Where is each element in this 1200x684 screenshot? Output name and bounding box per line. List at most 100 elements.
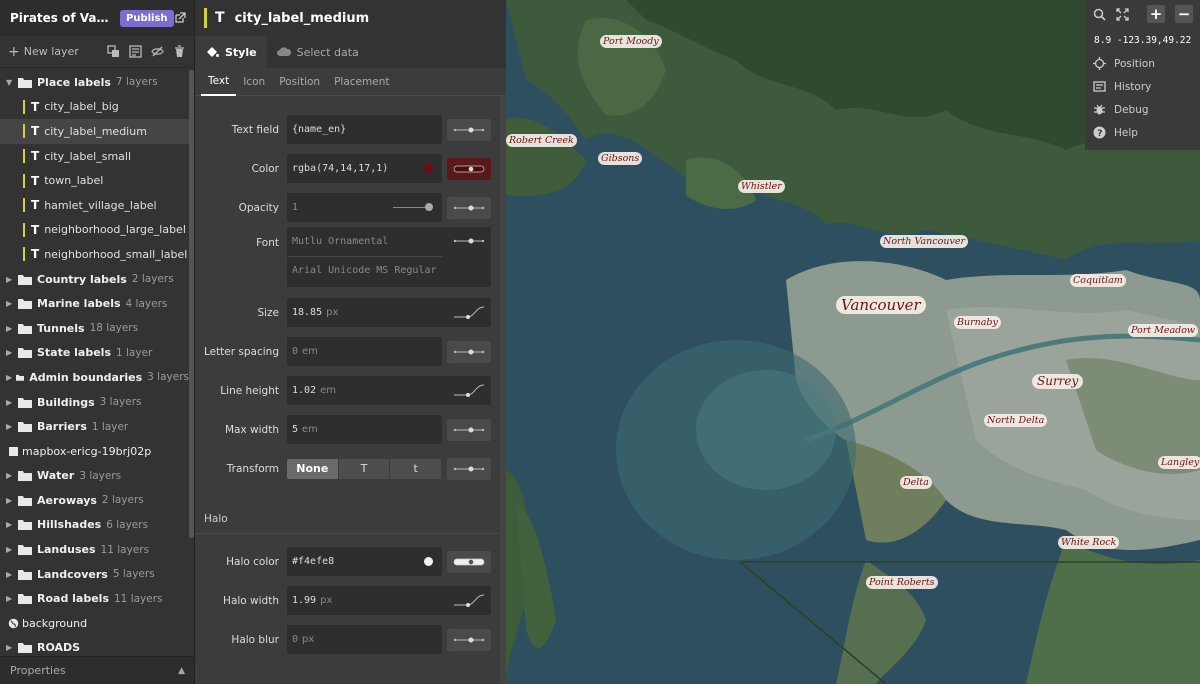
halo-color-input[interactable]: #f4efe8 — [287, 547, 442, 576]
caret-right-icon[interactable]: ▶ — [6, 643, 14, 652]
external-link-icon[interactable] — [174, 12, 186, 24]
caret-right-icon[interactable]: ▶ — [6, 545, 14, 554]
properties-footer[interactable]: Properties ▲ — [0, 656, 194, 684]
layer-group[interactable]: ▶ Hillshades 6 layers — [0, 513, 189, 538]
function-toggle-button[interactable] — [447, 157, 491, 180]
caret-right-icon[interactable]: ▶ — [6, 520, 14, 529]
transform-lowercase-button[interactable]: t — [390, 458, 442, 479]
subtab-icon[interactable]: Icon — [236, 68, 272, 96]
caret-down-icon[interactable]: ▼ — [6, 78, 14, 87]
group-icon[interactable] — [129, 45, 142, 58]
color-swatch[interactable] — [424, 164, 433, 173]
transform-uppercase-button[interactable]: T — [338, 458, 391, 479]
size-input[interactable]: 18.85 px — [287, 298, 491, 327]
position-button[interactable]: Position — [1085, 52, 1200, 75]
tab-select-data[interactable]: Select data — [267, 36, 369, 68]
function-slider-icon[interactable] — [453, 234, 485, 248]
opacity-input[interactable]: 1 — [287, 193, 442, 222]
layer-group[interactable]: ▶ Barriers 1 layer — [0, 414, 189, 439]
layer-item[interactable]: Tcity_label_big — [0, 95, 189, 120]
zoom-out-button[interactable]: − — [1175, 5, 1193, 23]
layer-group[interactable]: ▶ Landcovers 5 layers — [0, 562, 189, 587]
function-toggle-button[interactable] — [447, 118, 491, 141]
halo-blur-input[interactable]: 0 px — [287, 625, 442, 654]
halo-width-input[interactable]: 1.99 px — [287, 586, 491, 615]
caret-right-icon[interactable]: ▶ — [6, 275, 14, 284]
layer-group[interactable]: ▶ Admin boundaries 3 layers — [0, 365, 189, 390]
layer-item[interactable]: Tneighborhood_large_label — [0, 218, 189, 243]
sidebar-scrollbar[interactable] — [189, 70, 194, 538]
help-button[interactable]: ? Help — [1085, 121, 1200, 144]
new-layer-button[interactable]: + New layer — [8, 44, 79, 60]
max-width-input[interactable]: 5 em — [287, 415, 442, 444]
caret-up-icon[interactable]: ▲ — [178, 666, 185, 676]
subtab-placement[interactable]: Placement — [327, 68, 396, 96]
caret-right-icon[interactable]: ▶ — [6, 570, 14, 579]
layer-item[interactable]: Thamlet_village_label — [0, 193, 189, 218]
layer-group[interactable]: ▶ Aeroways 2 layers — [0, 488, 189, 513]
function-toggle-button[interactable] — [447, 457, 491, 480]
search-icon[interactable] — [1093, 8, 1106, 21]
input-unit: px — [320, 595, 333, 606]
subtab-text[interactable]: Text — [201, 68, 237, 96]
transform-none-button[interactable]: None — [287, 458, 339, 479]
fullscreen-icon[interactable] — [1116, 7, 1129, 21]
layer-group[interactable]: ▶ Buildings 3 layers — [0, 390, 189, 415]
layer-item-mapbox[interactable]: mapbox-ericg-19brj02p — [0, 439, 189, 464]
font-input[interactable]: Mutlu Ornamental Arial Unicode MS Regula… — [287, 227, 491, 287]
layer-group-place-labels[interactable]: ▼ Place labels 7 layers — [0, 70, 189, 95]
zoom-curve-icon[interactable] — [453, 305, 485, 319]
line-height-input[interactable]: 1.02 em — [287, 376, 491, 405]
text-field-input[interactable]: {name_en} — [287, 115, 442, 144]
font-value-fallback[interactable]: Arial Unicode MS Regular — [292, 265, 437, 276]
duplicate-icon[interactable] — [107, 45, 120, 58]
layer-item-background[interactable]: background — [0, 611, 189, 636]
caret-right-icon[interactable]: ▶ — [6, 348, 14, 357]
function-toggle-button[interactable] — [447, 418, 491, 441]
color-input[interactable]: rgba(74,14,17,1) — [287, 154, 442, 183]
layer-group[interactable]: ▶ Country labels 2 layers — [0, 267, 189, 292]
caret-right-icon[interactable]: ▶ — [6, 496, 14, 505]
opacity-slider-track[interactable] — [393, 207, 427, 208]
layer-item[interactable]: Tneighborhood_small_label — [0, 242, 189, 267]
layer-group[interactable]: ▶ Landuses 11 layers — [0, 537, 189, 562]
color-swatch[interactable] — [424, 557, 433, 566]
layer-group[interactable]: ▶ Water 3 layers — [0, 464, 189, 489]
debug-button[interactable]: Debug — [1085, 98, 1200, 121]
letter-spacing-input[interactable]: 0 em — [287, 337, 442, 366]
layer-item-selected[interactable]: Tcity_label_medium — [0, 119, 189, 144]
layer-group-partial[interactable]: ▶ ROADS — [0, 636, 189, 658]
prop-label: Line height — [220, 384, 279, 397]
zoom-in-button[interactable]: + — [1147, 5, 1165, 23]
opacity-slider-knob[interactable] — [425, 203, 433, 211]
caret-right-icon[interactable]: ▶ — [6, 299, 14, 308]
layer-group[interactable]: ▶ Road labels 11 layers — [0, 586, 189, 611]
history-button[interactable]: History — [1085, 75, 1200, 98]
layer-color-bar — [23, 222, 25, 237]
caret-right-icon[interactable]: ▶ — [6, 324, 14, 333]
function-toggle-button[interactable] — [447, 550, 491, 573]
caret-right-icon[interactable]: ▶ — [6, 471, 14, 480]
trash-icon[interactable] — [173, 45, 186, 58]
zoom-curve-icon[interactable] — [453, 593, 485, 607]
publish-button[interactable]: Publish — [120, 9, 174, 27]
layer-item[interactable]: Ttown_label — [0, 168, 189, 193]
layer-group[interactable]: ▶ Tunnels 18 layers — [0, 316, 189, 341]
caret-right-icon[interactable]: ▶ — [6, 373, 12, 382]
caret-right-icon[interactable]: ▶ — [6, 422, 14, 431]
subtab-position[interactable]: Position — [272, 68, 327, 96]
layer-item[interactable]: Tcity_label_small — [0, 144, 189, 169]
hide-icon[interactable] — [151, 45, 164, 58]
function-toggle-button[interactable] — [447, 628, 491, 651]
layer-title[interactable]: city_label_medium — [235, 11, 370, 26]
caret-right-icon[interactable]: ▶ — [6, 594, 14, 603]
project-title[interactable]: Pirates of Vanco... — [10, 11, 114, 25]
caret-right-icon[interactable]: ▶ — [6, 398, 14, 407]
layer-group[interactable]: ▶ State labels 1 layer — [0, 341, 189, 366]
font-value-primary[interactable]: Mutlu Ornamental — [292, 236, 388, 247]
tab-style[interactable]: Style — [195, 36, 267, 68]
layer-group[interactable]: ▶ Marine labels 4 layers — [0, 291, 189, 316]
function-toggle-button[interactable] — [447, 340, 491, 363]
function-toggle-button[interactable] — [447, 196, 491, 219]
zoom-curve-icon[interactable] — [453, 383, 485, 397]
